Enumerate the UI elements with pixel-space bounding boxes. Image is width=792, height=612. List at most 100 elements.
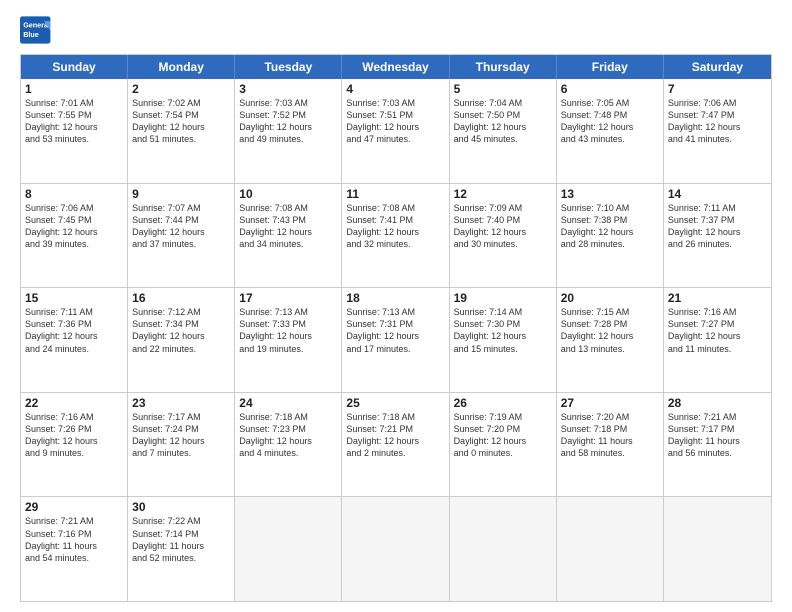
cell-line: and 41 minutes. bbox=[668, 133, 767, 145]
cell-line: and 49 minutes. bbox=[239, 133, 337, 145]
day-number: 29 bbox=[25, 500, 123, 514]
cell-line: Daylight: 12 hours bbox=[239, 330, 337, 342]
header: General Blue bbox=[20, 16, 772, 44]
calendar-cell: 24Sunrise: 7:18 AMSunset: 7:23 PMDayligh… bbox=[235, 393, 342, 497]
calendar-cell: 30Sunrise: 7:22 AMSunset: 7:14 PMDayligh… bbox=[128, 497, 235, 601]
weekday-header: Monday bbox=[128, 55, 235, 79]
cell-line: and 24 minutes. bbox=[25, 343, 123, 355]
cell-line: Sunset: 7:28 PM bbox=[561, 318, 659, 330]
cell-line: Daylight: 12 hours bbox=[454, 330, 552, 342]
day-number: 21 bbox=[668, 291, 767, 305]
cell-line: Sunset: 7:26 PM bbox=[25, 423, 123, 435]
calendar-cell: 19Sunrise: 7:14 AMSunset: 7:30 PMDayligh… bbox=[450, 288, 557, 392]
cell-line: Daylight: 12 hours bbox=[454, 121, 552, 133]
cell-line: Sunrise: 7:11 AM bbox=[25, 306, 123, 318]
cell-line: Daylight: 11 hours bbox=[25, 540, 123, 552]
day-number: 10 bbox=[239, 187, 337, 201]
day-number: 1 bbox=[25, 82, 123, 96]
calendar-cell: 16Sunrise: 7:12 AMSunset: 7:34 PMDayligh… bbox=[128, 288, 235, 392]
cell-line: Daylight: 12 hours bbox=[346, 121, 444, 133]
cell-line: and 19 minutes. bbox=[239, 343, 337, 355]
cell-line: and 9 minutes. bbox=[25, 447, 123, 459]
weekday-header: Wednesday bbox=[342, 55, 449, 79]
weekday-header: Thursday bbox=[450, 55, 557, 79]
cell-line: Sunset: 7:23 PM bbox=[239, 423, 337, 435]
cell-line: Daylight: 12 hours bbox=[668, 226, 767, 238]
logo: General Blue bbox=[20, 16, 52, 44]
cell-line: Sunrise: 7:13 AM bbox=[239, 306, 337, 318]
cell-line: Sunset: 7:18 PM bbox=[561, 423, 659, 435]
calendar-cell: 13Sunrise: 7:10 AMSunset: 7:38 PMDayligh… bbox=[557, 184, 664, 288]
cell-line: Sunset: 7:27 PM bbox=[668, 318, 767, 330]
weekday-header: Friday bbox=[557, 55, 664, 79]
calendar-cell: 23Sunrise: 7:17 AMSunset: 7:24 PMDayligh… bbox=[128, 393, 235, 497]
calendar-cell bbox=[342, 497, 449, 601]
cell-line: Sunrise: 7:16 AM bbox=[668, 306, 767, 318]
cell-line: Sunrise: 7:10 AM bbox=[561, 202, 659, 214]
day-number: 5 bbox=[454, 82, 552, 96]
calendar-cell: 14Sunrise: 7:11 AMSunset: 7:37 PMDayligh… bbox=[664, 184, 771, 288]
cell-line: Sunset: 7:43 PM bbox=[239, 214, 337, 226]
day-number: 23 bbox=[132, 396, 230, 410]
cell-line: and 43 minutes. bbox=[561, 133, 659, 145]
cell-line: and 34 minutes. bbox=[239, 238, 337, 250]
cell-line: Daylight: 12 hours bbox=[239, 121, 337, 133]
cell-line: Sunset: 7:47 PM bbox=[668, 109, 767, 121]
day-number: 12 bbox=[454, 187, 552, 201]
calendar-cell: 12Sunrise: 7:09 AMSunset: 7:40 PMDayligh… bbox=[450, 184, 557, 288]
cell-line: and 22 minutes. bbox=[132, 343, 230, 355]
cell-line: Daylight: 12 hours bbox=[132, 226, 230, 238]
calendar-cell: 2Sunrise: 7:02 AMSunset: 7:54 PMDaylight… bbox=[128, 79, 235, 183]
calendar-cell: 20Sunrise: 7:15 AMSunset: 7:28 PMDayligh… bbox=[557, 288, 664, 392]
logo-icon: General Blue bbox=[20, 16, 52, 44]
cell-line: Sunset: 7:14 PM bbox=[132, 528, 230, 540]
calendar-cell bbox=[450, 497, 557, 601]
calendar-row: 8Sunrise: 7:06 AMSunset: 7:45 PMDaylight… bbox=[21, 184, 771, 289]
cell-line: and 45 minutes. bbox=[454, 133, 552, 145]
day-number: 14 bbox=[668, 187, 767, 201]
day-number: 26 bbox=[454, 396, 552, 410]
cell-line: Daylight: 12 hours bbox=[25, 435, 123, 447]
cell-line: Sunrise: 7:06 AM bbox=[25, 202, 123, 214]
cell-line: Daylight: 12 hours bbox=[454, 435, 552, 447]
cell-line: Sunrise: 7:09 AM bbox=[454, 202, 552, 214]
day-number: 4 bbox=[346, 82, 444, 96]
calendar-cell: 4Sunrise: 7:03 AMSunset: 7:51 PMDaylight… bbox=[342, 79, 449, 183]
cell-line: Sunrise: 7:06 AM bbox=[668, 97, 767, 109]
cell-line: Sunrise: 7:02 AM bbox=[132, 97, 230, 109]
cell-line: Sunrise: 7:18 AM bbox=[239, 411, 337, 423]
day-number: 11 bbox=[346, 187, 444, 201]
cell-line: Daylight: 11 hours bbox=[668, 435, 767, 447]
day-number: 22 bbox=[25, 396, 123, 410]
calendar-body: 1Sunrise: 7:01 AMSunset: 7:55 PMDaylight… bbox=[21, 79, 771, 601]
cell-line: Daylight: 12 hours bbox=[132, 330, 230, 342]
calendar-cell: 5Sunrise: 7:04 AMSunset: 7:50 PMDaylight… bbox=[450, 79, 557, 183]
cell-line: Daylight: 11 hours bbox=[561, 435, 659, 447]
cell-line: Daylight: 12 hours bbox=[25, 226, 123, 238]
cell-line: and 0 minutes. bbox=[454, 447, 552, 459]
day-number: 30 bbox=[132, 500, 230, 514]
calendar-cell: 10Sunrise: 7:08 AMSunset: 7:43 PMDayligh… bbox=[235, 184, 342, 288]
cell-line: Sunset: 7:34 PM bbox=[132, 318, 230, 330]
cell-line: Sunset: 7:17 PM bbox=[668, 423, 767, 435]
cell-line: and 28 minutes. bbox=[561, 238, 659, 250]
day-number: 17 bbox=[239, 291, 337, 305]
calendar-cell: 18Sunrise: 7:13 AMSunset: 7:31 PMDayligh… bbox=[342, 288, 449, 392]
cell-line: Sunrise: 7:05 AM bbox=[561, 97, 659, 109]
cell-line: Sunset: 7:37 PM bbox=[668, 214, 767, 226]
cell-line: Sunrise: 7:15 AM bbox=[561, 306, 659, 318]
cell-line: Sunrise: 7:21 AM bbox=[25, 515, 123, 527]
cell-line: Sunset: 7:44 PM bbox=[132, 214, 230, 226]
cell-line: Sunrise: 7:20 AM bbox=[561, 411, 659, 423]
cell-line: Sunrise: 7:21 AM bbox=[668, 411, 767, 423]
cell-line: Sunset: 7:54 PM bbox=[132, 109, 230, 121]
cell-line: Sunset: 7:20 PM bbox=[454, 423, 552, 435]
cell-line: Daylight: 12 hours bbox=[668, 330, 767, 342]
cell-line: Sunrise: 7:18 AM bbox=[346, 411, 444, 423]
cell-line: Sunrise: 7:17 AM bbox=[132, 411, 230, 423]
calendar-cell bbox=[664, 497, 771, 601]
day-number: 15 bbox=[25, 291, 123, 305]
cell-line: Sunrise: 7:19 AM bbox=[454, 411, 552, 423]
cell-line: Sunrise: 7:22 AM bbox=[132, 515, 230, 527]
cell-line: Sunset: 7:55 PM bbox=[25, 109, 123, 121]
